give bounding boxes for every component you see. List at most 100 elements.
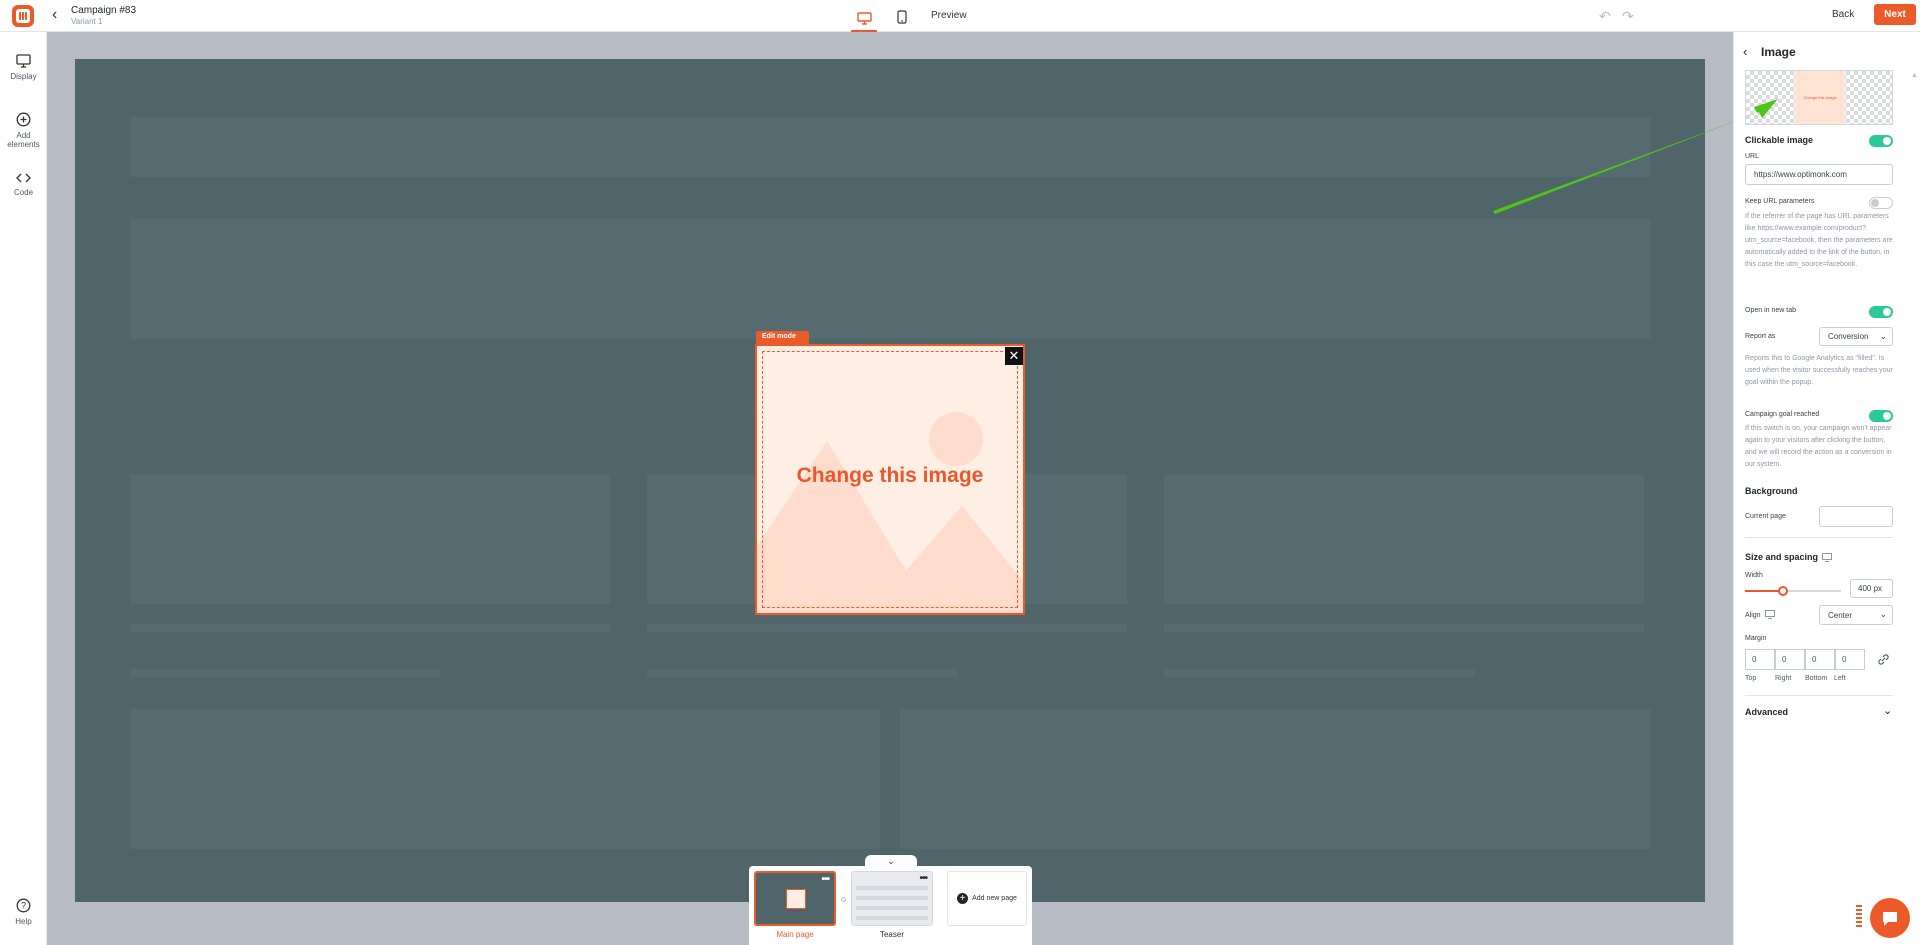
page-thumb-teaser[interactable]: ••• [851,871,933,926]
background-heading: Background [1745,486,1798,496]
desktop-icon [1822,553,1832,562]
variant-name: Variant 1 [71,17,103,26]
open-new-tab-toggle[interactable] [1869,306,1893,318]
top-bar: ‹ Campaign #83 Variant 1 Preview ↶ ↷ Bac… [0,0,1920,32]
keep-url-params-help: If the referrer of the page has URL para… [1745,213,1893,268]
redo-icon[interactable]: ↷ [1622,8,1634,25]
ghost-block [130,117,1650,177]
teaser-line [856,916,928,920]
help-button[interactable]: ? Help [0,898,47,926]
clickable-image-toggle[interactable] [1869,135,1893,147]
divider [1745,537,1893,538]
image-element[interactable]: Change this image [755,344,1025,615]
ghost-line [1164,624,1644,632]
margin-bottom-input[interactable]: 0 [1805,649,1835,670]
campaign-goal-toggle[interactable] [1869,410,1893,422]
width-slider[interactable] [1745,586,1841,596]
sidebar-item-label: Code [13,188,34,197]
ghost-block [1164,474,1644,604]
teaser-line [856,896,928,900]
width-slider-handle[interactable] [1778,586,1788,596]
keep-url-params-label: Keep URL parameters [1745,198,1815,205]
popup-close-button[interactable]: ✕ [1005,347,1023,365]
margin-left-label: Left [1834,675,1846,682]
page-thumb-main[interactable]: ••• [754,871,836,926]
image-preview-thumbnail: Change this image [1795,71,1845,124]
mobile-view-button[interactable] [889,6,915,28]
ghost-line [647,624,1127,632]
margin-right-input[interactable]: 0 [1775,649,1805,670]
svg-text:?: ? [21,901,26,911]
width-value: 400 [1858,584,1872,593]
image-preview-text: Change this image [1803,95,1837,100]
sidebar-item-label: Display [10,72,37,81]
next-button[interactable]: Next [1874,4,1916,25]
report-as-value: Conversion [1828,332,1869,341]
mobile-icon [897,10,907,24]
page-connector-dot [841,897,846,902]
margin-right-label: Right [1775,675,1792,682]
size-spacing-heading: Size and spacing [1745,552,1819,562]
preview-button[interactable]: Preview [931,10,967,21]
plus-circle-icon [16,112,31,127]
panel-title: Image [1761,45,1796,59]
report-as-help: Reports this to Google Analytics as "fil… [1745,355,1893,386]
more-icon[interactable]: ••• [919,873,927,884]
page-label-teaser: Teaser [879,930,904,939]
chevron-left-icon[interactable]: ‹ [52,6,57,24]
chat-support-button[interactable] [1870,898,1910,938]
ghost-block [900,709,1650,849]
margin-top-label: Top [1745,675,1757,682]
url-input[interactable] [1745,164,1893,185]
ghost-block [130,219,1650,339]
chevron-down-icon: ⌄ [1879,331,1887,341]
undo-icon[interactable]: ↶ [1599,8,1611,25]
sidebar-item-add-elements[interactable]: Add elements [0,112,47,149]
scroll-up-icon[interactable]: ▲ [1911,72,1918,79]
add-new-page-button[interactable]: + Add new page [947,871,1027,926]
divider [1745,695,1893,696]
code-icon [16,173,31,183]
help-label: Help [15,917,32,926]
teaser-line [856,886,928,890]
margin-left-input[interactable]: 0 [1835,649,1865,670]
align-select[interactable]: Center ⌄ [1819,605,1893,625]
pages-panel: ••• ••• Main page Teaser + Add new page [749,866,1032,945]
more-icon[interactable]: ••• [821,874,829,885]
monitor-icon [16,54,31,68]
link-icon[interactable] [1877,653,1890,666]
sidebar-item-code[interactable]: Code [0,172,47,197]
ghost-line [1164,669,1474,677]
advanced-section-toggle[interactable]: Advanced [1745,707,1788,717]
background-color-picker[interactable] [1819,506,1893,527]
desktop-icon [856,11,872,25]
chevron-down-icon[interactable]: ⌄ [1883,704,1892,717]
sidebar-item-display[interactable]: Display [0,54,47,81]
width-input[interactable]: 400 px [1850,579,1893,598]
margin-top-input[interactable]: 0 [1745,649,1775,670]
back-button[interactable]: Back [1832,9,1854,20]
plus-icon: + [957,893,969,904]
url-label: URL [1745,153,1760,160]
open-new-tab-label: Open in new tab [1745,307,1796,314]
clickable-image-label: Clickable image [1745,135,1814,145]
keep-url-params-toggle[interactable] [1869,197,1893,209]
desktop-view-button[interactable] [851,6,877,32]
chevron-down-icon: ⌄ [887,855,895,866]
report-as-label: Report as [1745,333,1776,340]
mini-popup-preview [786,889,806,909]
close-icon: ✕ [1008,348,1020,363]
edit-mode-badge: Edit mode [756,331,809,344]
image-preview[interactable]: Change this image [1745,70,1893,125]
align-label: Align [1745,612,1761,619]
left-sidebar: Display Add elements Code ? Help [0,32,47,945]
chat-drag-handle[interactable] [1856,905,1862,927]
logo-mark [16,9,30,23]
chat-icon [1883,911,1897,926]
desktop-icon [1765,610,1775,619]
report-as-select[interactable]: Conversion ⌄ [1819,327,1893,346]
chevron-left-icon[interactable]: ‹ [1743,44,1747,59]
optimonk-logo[interactable] [12,5,34,27]
teaser-line [856,906,928,910]
align-value: Center [1828,610,1853,620]
